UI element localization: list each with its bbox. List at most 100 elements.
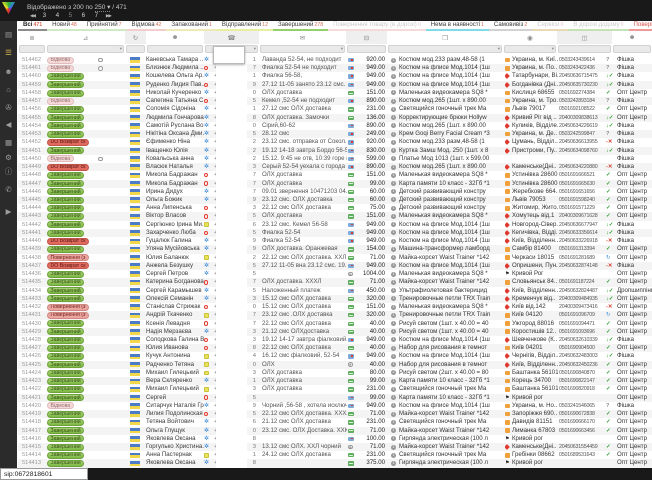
table-row[interactable]: 514419ЗавершенийЛилия Подолинская+38522.… bbox=[18, 410, 652, 418]
settings-icon[interactable]: ⚙ bbox=[0, 153, 17, 163]
table-row[interactable]: 514455ЗавершенийЛюдмила Гончарова✲+388ОЛ… bbox=[18, 114, 652, 122]
first-page-icon[interactable]: ◀◀ bbox=[30, 13, 35, 19]
last-page-icon[interactable]: ▶▶ bbox=[106, 13, 111, 19]
table-row[interactable]: 514460ЗавершенийКошелева Ольга Ар..✲+381… bbox=[18, 72, 652, 80]
table-row[interactable]: 514433ЗавершенийОлексій Семанін✲+38315.1… bbox=[18, 295, 652, 303]
marketing-icon[interactable]: ◀ bbox=[0, 120, 17, 130]
video-icon[interactable]: ▶ bbox=[0, 207, 17, 217]
table-row[interactable]: 514426ЗавершенийКучук Антонина+38416.12 … bbox=[18, 352, 652, 360]
table-row[interactable]: 514417ЗавершенийОльга Глущук✲+38023.12 с… bbox=[18, 427, 652, 435]
table-row[interactable]: 514420ВідмоваСитарчук Наталія Гр..✲+389Ч… bbox=[18, 402, 652, 410]
filter-country[interactable] bbox=[126, 45, 145, 53]
table-row[interactable]: 514462ВідмоваКаневська Тамара ..✲+381Лав… bbox=[18, 56, 652, 64]
phone-filter-popup[interactable] bbox=[213, 46, 245, 64]
table-row[interactable]: 514451ЗавершенийІващенко Юлія✲+38219.12 … bbox=[18, 147, 652, 155]
filter-products[interactable]: ▾ bbox=[388, 45, 502, 53]
tab-1[interactable]: Новий48 bbox=[47, 21, 82, 31]
orders-icon[interactable]: ☰ bbox=[0, 48, 17, 58]
filter-client[interactable] bbox=[147, 45, 203, 53]
table-row[interactable]: 514422ЗавершенийМихаил Гилецький+383ОЛХ … bbox=[18, 385, 652, 393]
table-row[interactable]: 514441ЗавершенийЗахарченко Люба+385Фиалк… bbox=[18, 229, 652, 237]
table-row[interactable]: 514453ЗавершенийНікітіна Оксана Дми..✲+3… bbox=[18, 130, 652, 138]
table-row[interactable]: 514437DO Возврат скАнжела Безушку✲+38527… bbox=[18, 262, 652, 270]
tab-8[interactable]: Нема в наявності1 bbox=[426, 21, 489, 31]
table-row[interactable]: 514457ВідмоваСапегина Татьяна С..+385Кем… bbox=[18, 97, 652, 105]
products-icon[interactable]: ✇ bbox=[0, 103, 17, 113]
table-row[interactable]: 514418ЗавершенийТетяна Войтович✲+38621.1… bbox=[18, 418, 652, 426]
filter-tracking[interactable] bbox=[558, 45, 611, 53]
table-row[interactable]: 514450ВідмоваКовальська анна✲+38215.12. … bbox=[18, 155, 652, 163]
filter-address[interactable]: ▾ bbox=[504, 45, 556, 53]
table-row[interactable]: 514435ЗавершенийКатерина Богданова+387ОЛ… bbox=[18, 278, 652, 286]
table-row[interactable]: 514431Повернення (зАндрій Ткаченко+38723… bbox=[18, 311, 652, 319]
table-row[interactable]: 514444ЗавершенийАнна Липенська+38322.12 … bbox=[18, 204, 652, 212]
page-5[interactable]: 5 bbox=[64, 12, 77, 19]
filter-order-id[interactable] bbox=[19, 45, 45, 53]
filter-payment[interactable] bbox=[347, 45, 386, 53]
filter-manager[interactable] bbox=[613, 45, 651, 53]
table-row[interactable]: 514439ЗавершенийУляна Мусійовська✲+389ОЛ… bbox=[18, 245, 652, 253]
table-row[interactable]: 514434ЗавершенийСергей Карамышев✲+385Нал… bbox=[18, 287, 652, 295]
table-row[interactable]: 514416ЗавершенийЯковлева Оксана✲+388100.… bbox=[18, 435, 652, 443]
table-row[interactable]: 514454ЗавершенийСамотій Руслана Во..✲+38… bbox=[18, 122, 652, 130]
filter-status[interactable]: ▾ bbox=[47, 45, 124, 53]
tab-4[interactable]: Запакований1 bbox=[166, 21, 217, 31]
table-row[interactable]: 514449DO Возврат скВласюк Наталья✲+383Се… bbox=[18, 163, 652, 171]
barcode-icon[interactable]: ◫ bbox=[557, 31, 612, 44]
table-row[interactable]: 514440DO Возврат скГуцалюк Галина✲+389Фи… bbox=[18, 237, 652, 245]
phone-icon[interactable]: ☎ bbox=[204, 31, 259, 44]
table-row[interactable]: 514436ЗавершенийСергей Петров✲+385₴1004.… bbox=[18, 270, 652, 278]
table-row[interactable]: 514442ЗавершенийСергіюнко Ірина Ми..+386… bbox=[18, 221, 652, 229]
tab-7[interactable]: Повернення товару (в дорозі)0 bbox=[328, 21, 426, 31]
table-row[interactable]: 514438Повернення (зЮлия Баланюк+38222.12… bbox=[18, 254, 652, 262]
page-7[interactable]: 7 bbox=[90, 12, 103, 19]
tab-12[interactable]: Повернення bbox=[629, 21, 652, 31]
page-6[interactable]: 6 bbox=[77, 12, 90, 19]
dashboard-icon[interactable]: ▤ bbox=[0, 30, 17, 40]
table-row[interactable]: 514461ВідмоваБлизнюк Людмила ..+387Фиалк… bbox=[18, 64, 652, 72]
table-row[interactable]: 514421ЗавершенийСергей+38599.001Карта па… bbox=[18, 394, 652, 402]
info-icon[interactable]: ⓘ bbox=[0, 167, 17, 177]
person-icon[interactable]: ☻ bbox=[612, 31, 652, 44]
table-row[interactable]: 514414ЗавершенийАнна Пастернак+38124.12 … bbox=[18, 451, 652, 459]
statistics-icon[interactable]: ▦ bbox=[0, 138, 17, 148]
sort-status-icon[interactable]: ⊿ bbox=[46, 31, 125, 44]
table-row[interactable]: 514458ЗавершенийНиколай Кучеренко✲+380ОЛ… bbox=[18, 89, 652, 97]
table-row[interactable]: 514423ЗавершенийВера Скляренко✲+381ОЛХ д… bbox=[18, 377, 652, 385]
table-row[interactable]: 514445ЗавершенийОльга Божик✲+38923.12 см… bbox=[18, 196, 652, 204]
app-logo-icon[interactable] bbox=[2, 2, 15, 14]
filter-comment[interactable]: ▾ bbox=[260, 45, 345, 53]
table-row[interactable]: 514425ЗавершенийРадченко Тетяна+380ОЛХ₴4… bbox=[18, 361, 652, 369]
company-icon[interactable]: ⌂ bbox=[0, 85, 17, 95]
table-row[interactable]: 514428ЗавершенийСолодкова Галина В..+383… bbox=[18, 336, 652, 344]
table-row[interactable]: 514443ЗавершенийВіктор Власов+385ОЛХ дос… bbox=[18, 212, 652, 220]
table-row[interactable]: 514448ЗавершенийМикола Бадражан+387ОЛХ д… bbox=[18, 171, 652, 179]
table-row[interactable]: 514429ЗавершенийНадія Мерзаєва✲+38321.12… bbox=[18, 328, 652, 336]
table-row[interactable]: 514456ЗавершенийСоломія Сідоніна✲+38127.… bbox=[18, 105, 652, 113]
list-icon[interactable]: ≣ bbox=[18, 31, 46, 44]
table-row[interactable]: 514415ЗавершенийГоргулько Христина..✲+38… bbox=[18, 443, 652, 451]
table-row[interactable]: 514424ЗавершенийМихаил Гилецький+383ОЛХ … bbox=[18, 369, 652, 377]
people-icon[interactable]: ☻ bbox=[146, 31, 204, 44]
refresh-icon[interactable]: ↻ bbox=[125, 31, 146, 44]
tab-3[interactable]: Відмова42 bbox=[127, 21, 167, 31]
sip-status[interactable]: sip:0672818601 bbox=[0, 468, 88, 480]
tab-9[interactable]: Самовивіз2 bbox=[489, 21, 532, 31]
table-row[interactable]: 514427ЗавершенийЮлия Иванова+38822.12 см… bbox=[18, 344, 652, 352]
package-icon[interactable]: ❒ bbox=[387, 31, 503, 44]
tab-5[interactable]: Відправлений12 bbox=[217, 21, 273, 31]
support-icon[interactable]: ✆ bbox=[0, 185, 17, 195]
table-row[interactable]: 514459ЗавершенийРуденко Лидия Пав..+3892… bbox=[18, 81, 652, 89]
table-row[interactable]: 514446ЗавершенийИрина Дидух✲+38709.01 зв… bbox=[18, 188, 652, 196]
table-row[interactable]: 514430ЗавершенийКсенія Левадня+38722.12 … bbox=[18, 320, 652, 328]
table-row[interactable]: 514413ЗавершенийЯковлева Оксана✲+388375.… bbox=[18, 459, 652, 467]
tab-10[interactable]: Сервіси0 bbox=[532, 21, 568, 31]
tab-11[interactable]: В дорозі додому0 bbox=[568, 21, 628, 31]
table-row[interactable]: 514447ЗавершенийМикола Бадражан+387ОЛХ д… bbox=[18, 180, 652, 188]
page-4[interactable]: 4 bbox=[51, 12, 64, 19]
table-row[interactable]: 514432Повернення (зСтаніслав Стрижак+380… bbox=[18, 303, 652, 311]
clients-icon[interactable]: ☻ bbox=[0, 67, 17, 77]
tab-6[interactable]: Завершений278 bbox=[273, 21, 328, 31]
tab-2[interactable]: Прийнятий7 bbox=[82, 21, 127, 31]
money-icon[interactable]: ⊟ bbox=[346, 31, 387, 44]
